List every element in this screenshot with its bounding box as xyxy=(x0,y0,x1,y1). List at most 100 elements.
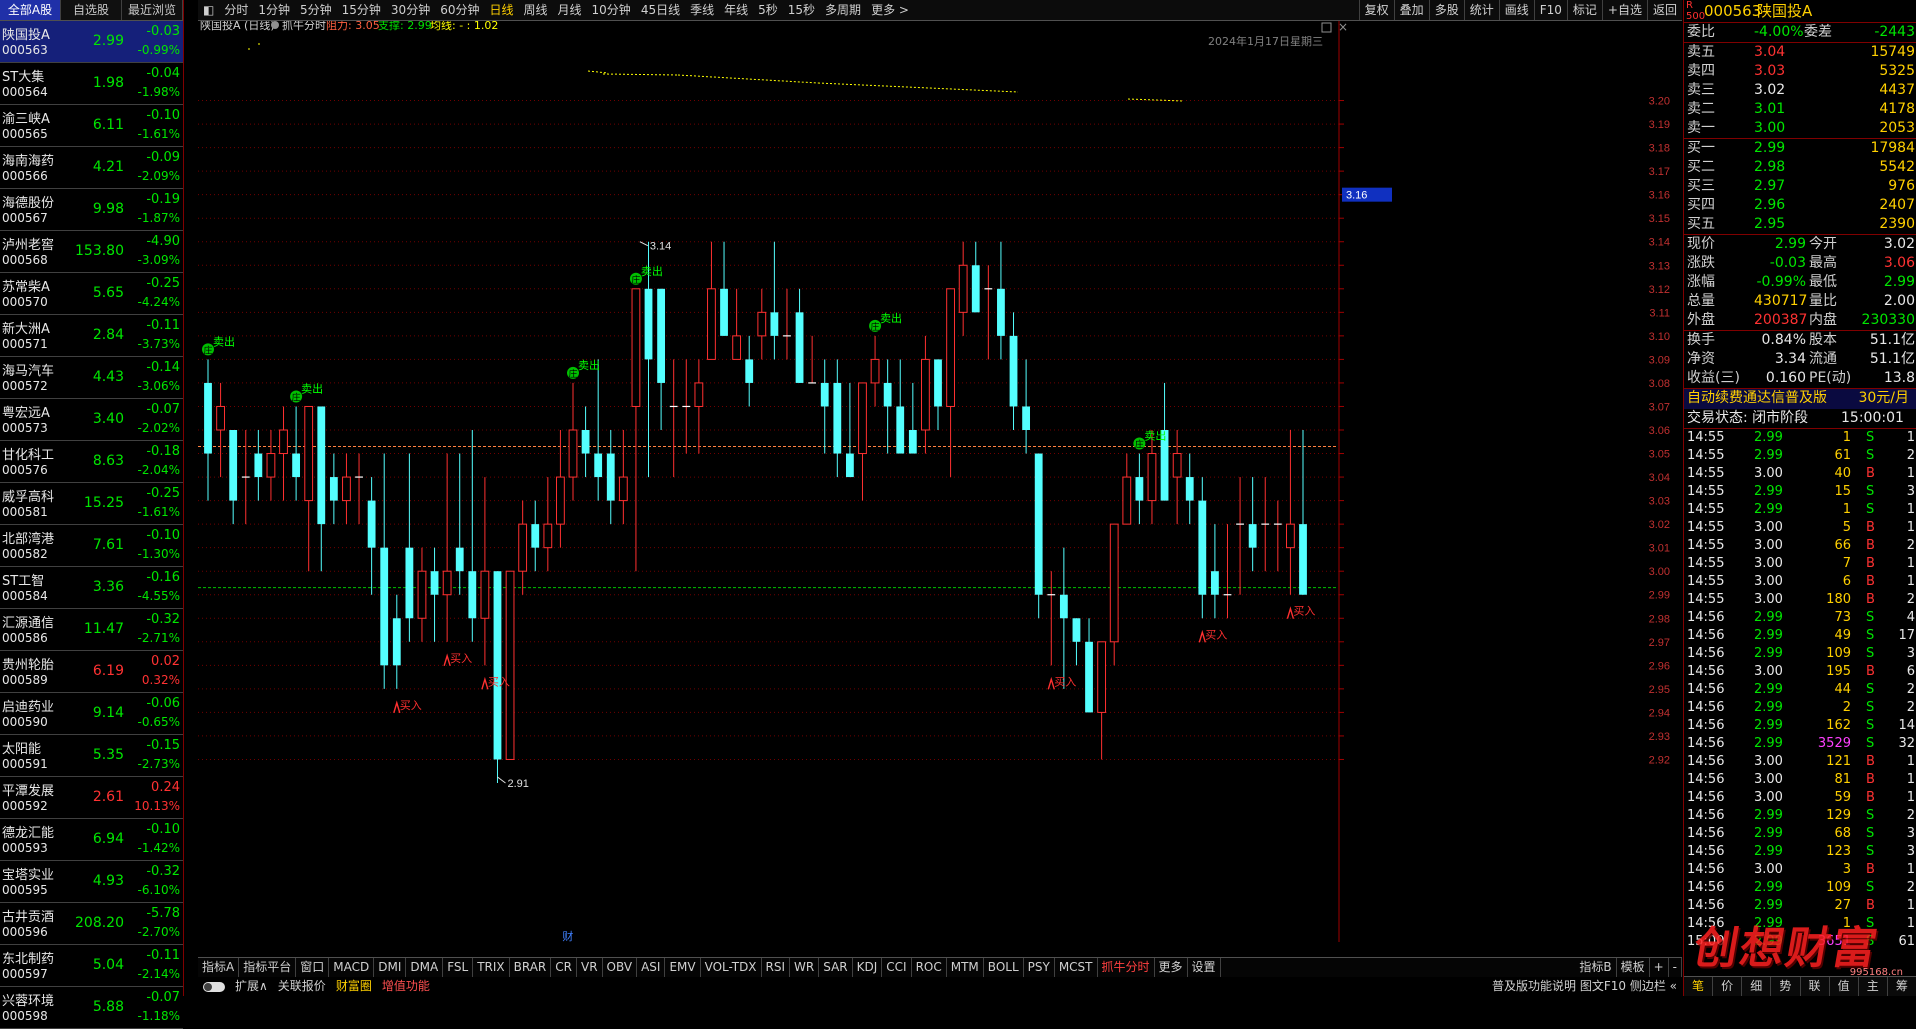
period-tab[interactable]: 更多 > xyxy=(866,0,914,20)
tool-button[interactable]: 叠加 xyxy=(1393,0,1429,20)
period-tab[interactable]: 周线 xyxy=(519,0,553,20)
quote-tab[interactable]: 主 xyxy=(1859,977,1888,996)
bids-row[interactable]: 买三 2.97 976 xyxy=(1684,177,1916,196)
indicator-tab[interactable]: 抓牛分时 xyxy=(1098,958,1155,977)
stock-row[interactable]: 平潭发展 000592 2.61 0.24 10.13% xyxy=(0,777,183,819)
stock-row[interactable]: 宝塔实业 000595 4.93 -0.32 -6.10% xyxy=(0,861,183,903)
tool-button[interactable]: +自选 xyxy=(1601,0,1647,20)
list-tab-0[interactable]: 全部A股 xyxy=(0,0,61,20)
indicator-tab[interactable]: 指标平台 xyxy=(239,958,297,977)
indicator-tab[interactable]: SAR xyxy=(819,958,853,977)
indicator-tab[interactable]: PSY xyxy=(1024,958,1055,977)
indicator-tab[interactable]: OBV xyxy=(603,958,638,977)
asks-row[interactable]: 卖三 3.02 4437 xyxy=(1684,81,1916,100)
asks-row[interactable]: 卖二 3.01 4178 xyxy=(1684,100,1916,119)
stock-row[interactable]: 甘化科工 000576 8.63 -0.18 -2.04% xyxy=(0,441,183,483)
stock-row[interactable]: 陕国投A 000563 2.99 -0.03 -0.99% xyxy=(0,21,183,63)
indicator-tab[interactable]: VR xyxy=(577,958,603,977)
indicator-tab[interactable]: KDJ xyxy=(853,958,883,977)
indicator-tab[interactable]: ROC xyxy=(912,958,947,977)
indicator-right-tab[interactable]: 指标B xyxy=(1575,958,1617,977)
indicator-right-tab[interactable]: + xyxy=(1650,958,1669,977)
period-tab[interactable]: 15秒 xyxy=(783,0,820,20)
indicator-tab[interactable]: BOLL xyxy=(984,958,1024,977)
indicator-right-tab[interactable]: - xyxy=(1669,958,1682,977)
indicator-right-tab[interactable]: 模板 xyxy=(1617,958,1650,977)
period-tab[interactable]: 45日线 xyxy=(636,0,685,20)
indicator-tab[interactable]: 指标A xyxy=(198,958,240,977)
quote-tab[interactable]: 势 xyxy=(1771,977,1801,996)
indicator-tab[interactable]: FSL xyxy=(443,958,474,977)
indicator-tab[interactable]: CCI xyxy=(882,958,912,977)
indicator-tab[interactable]: 窗口 xyxy=(296,958,330,977)
stock-row[interactable]: 古井贡酒 000596 208.20 -5.78 -2.70% xyxy=(0,903,183,945)
tool-button[interactable]: 画线 xyxy=(1498,0,1534,20)
asks-row[interactable]: 卖一 3.00 2053 xyxy=(1684,119,1916,138)
period-tab[interactable]: 1分钟 xyxy=(253,0,295,20)
quote-tab[interactable]: 笔 xyxy=(1684,977,1714,996)
stock-row[interactable]: 启迪药业 000590 9.14 -0.06 -0.65% xyxy=(0,693,183,735)
quote-tab[interactable]: 筹 xyxy=(1888,977,1916,996)
indicator-tab[interactable]: DMA xyxy=(406,958,444,977)
quote-tab[interactable]: 价 xyxy=(1713,977,1743,996)
bids-row[interactable]: 买一 2.99 17984 xyxy=(1684,139,1916,158)
stock-row[interactable]: 兴蓉环境 000598 5.88 -0.07 -1.18% xyxy=(0,987,183,1029)
toggle-panel-icon[interactable]: ◧ xyxy=(198,0,219,20)
extension-tab[interactable]: 关联报价 xyxy=(273,977,331,996)
quote-tab[interactable]: 细 xyxy=(1742,977,1772,996)
tool-button[interactable]: F10 xyxy=(1533,0,1567,20)
extension-tab[interactable]: 财富圈 xyxy=(331,977,377,996)
indicator-tab[interactable]: RSI xyxy=(762,958,791,977)
tool-button[interactable]: 复权 xyxy=(1358,0,1394,20)
indicator-tab[interactable]: MCST xyxy=(1055,958,1098,977)
tool-button[interactable]: 多股 xyxy=(1428,0,1464,20)
promo-bar[interactable]: 自动续费通达信普及版 30元/月 xyxy=(1684,388,1916,409)
stock-row[interactable]: ST大集 000564 1.98 -0.04 -1.98% xyxy=(0,63,183,105)
stock-row[interactable]: 东北制药 000597 5.04 -0.11 -2.14% xyxy=(0,945,183,987)
period-tab[interactable]: 季线 xyxy=(685,0,719,20)
period-tab[interactable]: 日线 xyxy=(484,0,518,20)
stock-row[interactable]: 苏常柴A 000570 5.65 -0.25 -4.24% xyxy=(0,273,183,315)
bids-row[interactable]: 买二 2.98 5542 xyxy=(1684,158,1916,177)
period-tab[interactable]: 15分钟 xyxy=(337,0,386,20)
stock-row[interactable]: 海马汽车 000572 4.43 -0.14 -3.06% xyxy=(0,357,183,399)
toggle-switch-icon[interactable] xyxy=(198,977,230,996)
stock-row[interactable]: 北部湾港 000582 7.61 -0.10 -1.30% xyxy=(0,525,183,567)
indicator-tab[interactable]: CR xyxy=(551,958,577,977)
indicator-tab[interactable]: WR xyxy=(790,958,820,977)
stock-row[interactable]: 粤宏远A 000573 3.40 -0.07 -2.02% xyxy=(0,399,183,441)
asks-row[interactable]: 卖四 3.03 5325 xyxy=(1684,62,1916,81)
period-tab[interactable]: 30分钟 xyxy=(386,0,435,20)
settings-icon[interactable] xyxy=(271,21,279,29)
indicator-tab[interactable]: BRAR xyxy=(510,958,552,977)
indicator-tab[interactable]: 更多 xyxy=(1155,958,1188,977)
stock-row[interactable]: 汇源通信 000586 11.47 -0.32 -2.71% xyxy=(0,609,183,651)
stock-row[interactable]: 海南海药 000566 4.21 -0.09 -2.09% xyxy=(0,147,183,189)
quote-tab[interactable]: 值 xyxy=(1830,977,1859,996)
stock-row[interactable]: 新大洲A 000571 2.84 -0.11 -3.73% xyxy=(0,315,183,357)
indicator-tab[interactable]: ASI xyxy=(637,958,666,977)
extension-tab[interactable]: 增值功能 xyxy=(377,977,435,996)
indicator-tab[interactable]: DMI xyxy=(374,958,407,977)
stock-row[interactable]: 渝三峡A 000565 6.11 -0.10 -1.61% xyxy=(0,105,183,147)
stock-row[interactable]: 海德股份 000567 9.98 -0.19 -1.87% xyxy=(0,189,183,231)
period-tab[interactable]: 多周期 xyxy=(820,0,866,20)
list-tab-1[interactable]: 自选股 xyxy=(61,0,122,20)
tool-button[interactable]: 返回 xyxy=(1646,0,1682,20)
stock-row[interactable]: ST工智 000584 3.36 -0.16 -4.55% xyxy=(0,567,183,609)
indicator-tab[interactable]: EMV xyxy=(665,958,701,977)
indicator-tab[interactable]: TRIX xyxy=(473,958,510,977)
period-tab[interactable]: 年线 xyxy=(719,0,753,20)
indicator-tab[interactable]: MTM xyxy=(947,958,984,977)
stock-row[interactable]: 德龙汇能 000593 6.94 -0.10 -1.42% xyxy=(0,819,183,861)
period-tab[interactable]: 60分钟 xyxy=(435,0,484,20)
list-tab-2[interactable]: 最近浏览 xyxy=(122,0,183,20)
stock-row[interactable]: 威孚高科 000581 15.25 -0.25 -1.61% xyxy=(0,483,183,525)
bids-row[interactable]: 买四 2.96 2407 xyxy=(1684,196,1916,215)
asks-row[interactable]: 卖五 3.04 15749 xyxy=(1684,43,1916,62)
indicator-tab[interactable]: VOL-TDX xyxy=(701,958,762,977)
indicator-tab[interactable]: MACD xyxy=(329,958,375,977)
period-tab[interactable]: 5分钟 xyxy=(295,0,337,20)
period-tab[interactable]: 分时 xyxy=(219,0,253,20)
stock-row[interactable]: 泸州老窖 000568 153.80 -4.90 -3.09% xyxy=(0,231,183,273)
